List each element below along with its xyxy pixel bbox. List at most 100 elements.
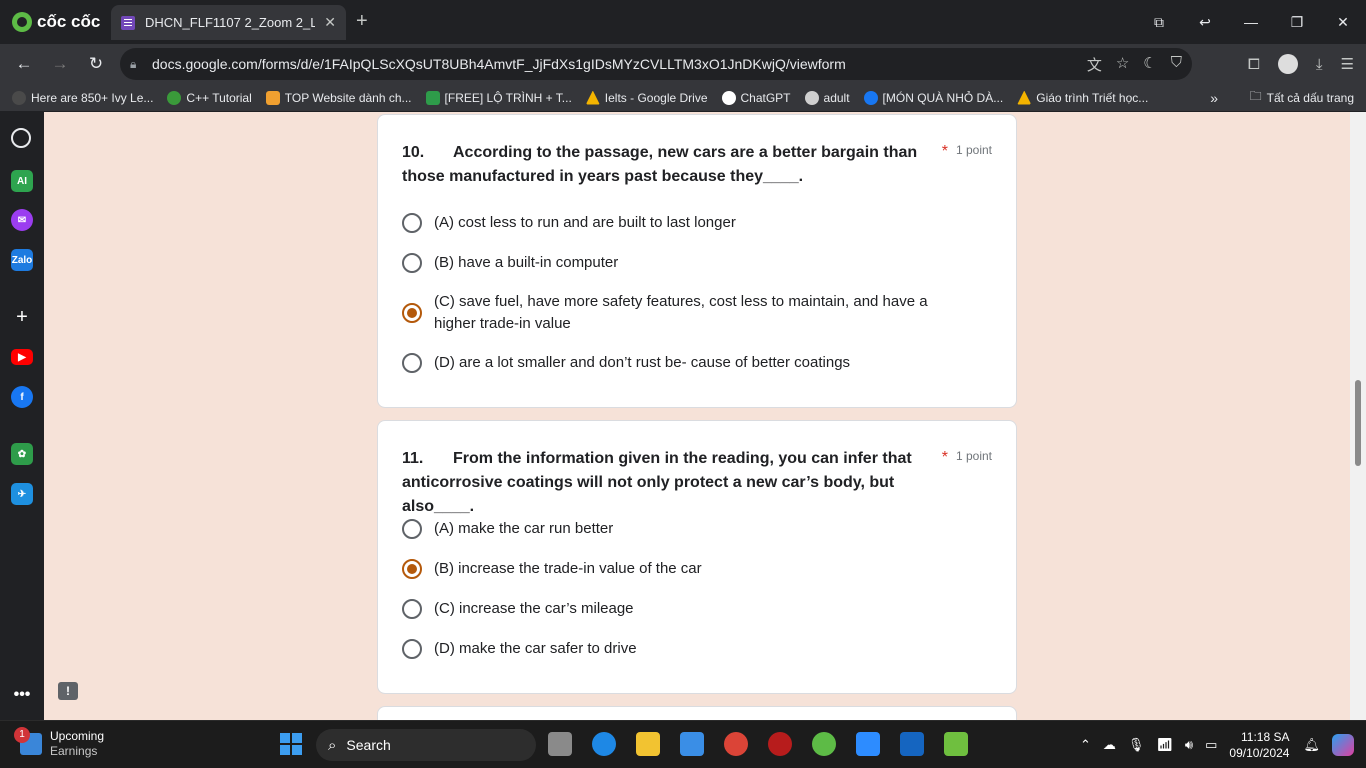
tab-title: DHCN_FLF1107 2_Zoom 2_LM — [145, 15, 315, 30]
address-bar[interactable]: 🔒︎ docs.google.com/forms/d/e/1FAIpQLScXQ… — [120, 48, 1192, 80]
radio-button-selected[interactable] — [402, 303, 422, 323]
wifi-icon[interactable]: 📶︎ — [1156, 737, 1173, 753]
bookmark-item[interactable]: Ielts - Google Drive — [585, 90, 708, 105]
tab-close-icon[interactable]: ✕ — [324, 14, 336, 31]
microphone-icon[interactable]: 🎙︎ — [1128, 737, 1145, 753]
copilot-icon[interactable] — [1332, 734, 1354, 756]
task-view-icon[interactable] — [548, 732, 572, 756]
browser-brand[interactable]: cốc cốc — [0, 0, 110, 44]
onedrive-icon[interactable]: ☁ — [1103, 737, 1116, 753]
history-icon[interactable] — [11, 128, 31, 148]
option-label: (B) increase the trade-in value of the c… — [434, 560, 702, 577]
profile-avatar[interactable] — [1277, 54, 1298, 74]
answer-option[interactable]: (C) save fuel, have more safety features… — [402, 291, 962, 335]
battery-icon[interactable]: ▭ — [1205, 737, 1217, 753]
zoom-icon[interactable] — [856, 732, 880, 756]
facebook-icon — [863, 90, 878, 105]
navigation-bar: ← → ↻ 🔒︎ docs.google.com/forms/d/e/1FAIp… — [0, 44, 1366, 84]
close-window-icon[interactable]: ✕ — [1320, 14, 1366, 31]
youtube-icon[interactable]: ▶ — [11, 349, 33, 365]
answer-option[interactable]: (A) make the car run better — [402, 518, 982, 540]
question-card: 11. From the information given in the rea… — [377, 420, 1017, 694]
all-bookmarks-folder[interactable]: 🗀 Tất cả dấu trang — [1250, 87, 1354, 108]
bookmark-item[interactable]: C++ Tutorial — [167, 90, 252, 105]
page-scrollbar[interactable] — [1350, 112, 1366, 720]
facebook-icon[interactable]: f — [11, 386, 33, 408]
extensions-icon[interactable]: ⧠ — [1248, 56, 1260, 73]
bookmark-item[interactable]: [MÓN QUÀ NHỎ DÀ... — [863, 90, 1003, 105]
download-icon[interactable]: ⤓ — [1316, 56, 1323, 73]
answer-option[interactable]: (B) have a built-in computer — [402, 252, 982, 274]
bookmark-favicon-icon — [167, 90, 182, 105]
file-explorer-icon[interactable] — [636, 732, 660, 756]
app-icon[interactable]: ✿ — [11, 443, 33, 465]
question-number: 11. — [402, 450, 424, 467]
bookmarks-bar: Here are 850+ Ivy Le... C++ Tutorial TOP… — [0, 84, 1366, 112]
bookmark-item[interactable]: [FREE] LỘ TRÌNH + T... — [425, 90, 572, 105]
url-text[interactable]: docs.google.com/forms/d/e/1FAIpQLScXQsUT… — [152, 56, 846, 72]
chrome-icon[interactable] — [724, 732, 748, 756]
app-icon[interactable] — [768, 732, 792, 756]
answer-option[interactable]: (D) are a lot smaller and don’t rust be-… — [402, 352, 982, 374]
bookmark-star-icon[interactable]: ☆ — [1116, 54, 1129, 75]
bookmark-favicon-icon — [425, 90, 440, 105]
bookmark-item[interactable]: TOP Website dành ch... — [265, 90, 412, 105]
more-bookmarks-icon[interactable]: » — [1210, 90, 1218, 106]
screenshot-icon[interactable]: ⧉ — [1136, 14, 1182, 31]
menu-icon[interactable]: ☰ — [1341, 55, 1354, 73]
bookmark-item[interactable]: ChatGPT — [721, 90, 791, 105]
tab-search-icon[interactable]: ↩ — [1182, 14, 1228, 31]
new-tab-icon[interactable]: + — [356, 10, 368, 33]
site-info-icon[interactable]: 🔒︎ — [130, 57, 144, 71]
clock[interactable]: 11:18 SA 09/10/2024 — [1229, 729, 1289, 761]
forward-icon[interactable]: → — [42, 54, 78, 74]
answer-option[interactable]: (B) increase the trade-in value of the c… — [402, 558, 982, 580]
add-app-icon[interactable]: + — [11, 306, 33, 328]
question-card: 10. According to the passage, new cars ar… — [377, 114, 1017, 408]
taskbar-search[interactable]: ⌕ Search — [316, 729, 536, 761]
radio-button[interactable] — [402, 599, 422, 619]
minimize-icon[interactable]: — — [1228, 14, 1274, 30]
stock-widget-icon: 1 — [14, 727, 42, 755]
dark-mode-icon[interactable]: ☾ — [1143, 54, 1156, 75]
more-options-icon[interactable]: ••• — [11, 684, 33, 706]
points-label: 1 point — [955, 143, 992, 157]
answer-option[interactable]: (C) increase the car’s mileage — [402, 598, 982, 620]
ai-assistant-icon[interactable]: AI — [11, 170, 33, 192]
radio-button[interactable] — [402, 519, 422, 539]
show-hidden-icons-icon[interactable]: ⌃ — [1080, 737, 1091, 753]
radio-button[interactable] — [402, 353, 422, 373]
search-icon: ⌕ — [328, 736, 337, 754]
question-title: 10. According to the passage, new cars ar… — [402, 141, 942, 189]
answer-option[interactable]: (D) make the car safer to drive — [402, 638, 982, 660]
bird-app-icon[interactable]: ✈ — [11, 483, 33, 505]
coccoc-taskbar-icon[interactable] — [812, 732, 836, 756]
feedback-icon[interactable]: ! — [58, 682, 78, 700]
edge-icon[interactable] — [592, 732, 616, 756]
start-icon[interactable] — [280, 733, 302, 755]
messenger-icon[interactable]: ✉ — [11, 209, 33, 231]
radio-button-selected[interactable] — [402, 559, 422, 579]
volume-icon[interactable]: 🔊︎ — [1185, 737, 1193, 753]
restore-icon[interactable]: ❐ — [1274, 14, 1320, 31]
bookmark-item[interactable]: adult — [804, 90, 850, 105]
microsoft-store-icon[interactable] — [680, 732, 704, 756]
scrollbar-thumb[interactable] — [1355, 380, 1361, 466]
reload-icon[interactable]: ↻ — [78, 54, 114, 74]
zalo-icon[interactable]: Zalo — [11, 249, 33, 271]
app-icon[interactable] — [944, 732, 968, 756]
back-icon[interactable]: ← — [6, 54, 42, 74]
notification-bell-icon[interactable]: 🔔︎ — [1303, 737, 1320, 753]
option-label: (B) have a built-in computer — [434, 254, 619, 271]
active-tab[interactable]: DHCN_FLF1107 2_Zoom 2_LM ✕ — [111, 5, 346, 40]
answer-option[interactable]: (A) cost less to run and are built to la… — [402, 212, 982, 234]
bookmark-item[interactable]: Here are 850+ Ivy Le... — [12, 90, 153, 105]
security-app-icon[interactable] — [900, 732, 924, 756]
radio-button[interactable] — [402, 639, 422, 659]
widgets-button[interactable]: 1 Upcoming Earnings — [14, 727, 104, 759]
bookmark-item[interactable]: Giáo trình Triết học... — [1017, 90, 1148, 105]
translate-icon[interactable]: 文 — [1087, 54, 1102, 75]
shield-icon[interactable]: ⛉ — [1171, 54, 1182, 75]
radio-button[interactable] — [402, 253, 422, 273]
radio-button[interactable] — [402, 213, 422, 233]
